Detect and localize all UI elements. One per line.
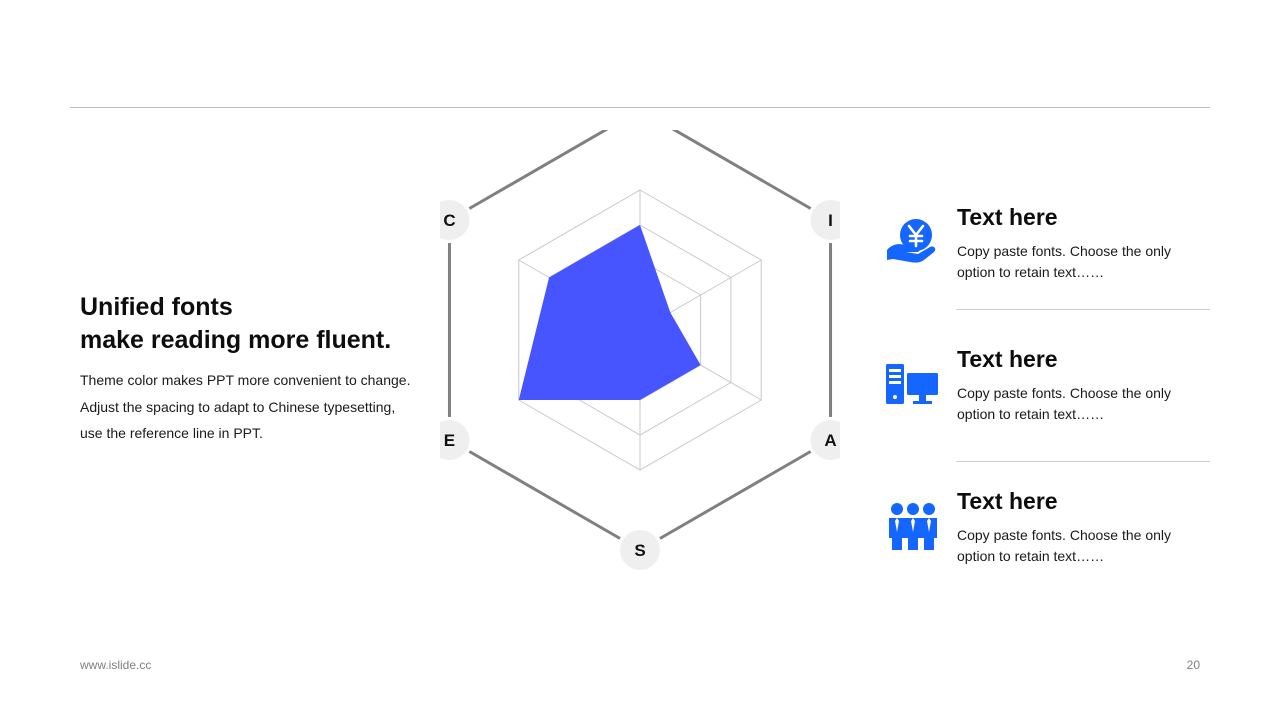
radar-frame-edge-3 [659, 450, 812, 540]
intro-block: Unified fonts make reading more fluent. … [80, 291, 440, 447]
feature-desc-1-line-1: Copy paste fonts. Choose the only [957, 243, 1172, 259]
headline: Unified fonts make reading more fluent. [80, 291, 440, 357]
feature-title-2: Text here [957, 346, 1058, 372]
team-icon [889, 503, 937, 550]
radar-frame-edge-6 [468, 130, 609, 210]
body-line-1: Theme color makes PPT more convenient to… [80, 372, 411, 388]
body-text: Theme color makes PPT more convenient to… [80, 367, 440, 447]
feature-desc-3-line-1: Copy paste fonts. Choose the only [957, 527, 1172, 543]
feature-desc-3-line-2: option to retain text…… [957, 548, 1105, 564]
feature-desc-2-line-2: option to retain text…… [957, 406, 1105, 422]
feature-item-1: Text here Copy paste fonts. Choose the o… [880, 200, 1210, 310]
feature-divider-2 [956, 461, 1210, 462]
radar-frame-edge-4 [468, 450, 621, 540]
body-line-2: Adjust the spacing to adapt to Chinese t… [80, 398, 396, 415]
radar-axis-label-E: E [444, 431, 455, 450]
headline-line-1: Unified fonts [80, 293, 233, 321]
feature-title-1: Text here [957, 204, 1058, 230]
feature-desc-1: Copy paste fonts. Choose the only option… [957, 241, 1197, 283]
radar-axis-label-A: A [824, 431, 836, 450]
feature-desc-2-line-1: Copy paste fonts. Choose the only [957, 385, 1172, 401]
body-line-3: use the reference line in PPT. [80, 425, 263, 441]
feature-divider-1 [956, 309, 1210, 310]
computer-icon [886, 364, 938, 404]
feature-desc-3: Copy paste fonts. Choose the only option… [957, 525, 1197, 567]
feature-desc-1-line-2: option to retain text…… [957, 264, 1105, 280]
radar-chart: RIASEC [440, 130, 840, 570]
feature-title-3: Text here [957, 488, 1058, 514]
radar-axis-badge-I [810, 200, 840, 240]
feature-item-2: Text here Copy paste fonts. Choose the o… [880, 342, 1210, 462]
radar-data-area [518, 225, 701, 400]
radar-axis-label-S: S [634, 541, 645, 560]
top-divider [70, 107, 1210, 108]
slide: Unified fonts make reading more fluent. … [0, 0, 1280, 720]
feature-desc-2: Copy paste fonts. Choose the only option… [957, 383, 1197, 425]
radar-axis-label-C: C [443, 211, 455, 230]
feature-item-3: Text here Copy paste fonts. Choose the o… [880, 484, 1210, 594]
radar-frame-edge-1 [671, 130, 812, 210]
headline-line-2: make reading more fluent. [80, 326, 392, 354]
footer-website: www.islide.cc [80, 658, 152, 672]
yen-hand-icon [887, 219, 936, 263]
page-number: 20 [1186, 658, 1200, 672]
radar-axis-label-I: I [828, 211, 833, 230]
